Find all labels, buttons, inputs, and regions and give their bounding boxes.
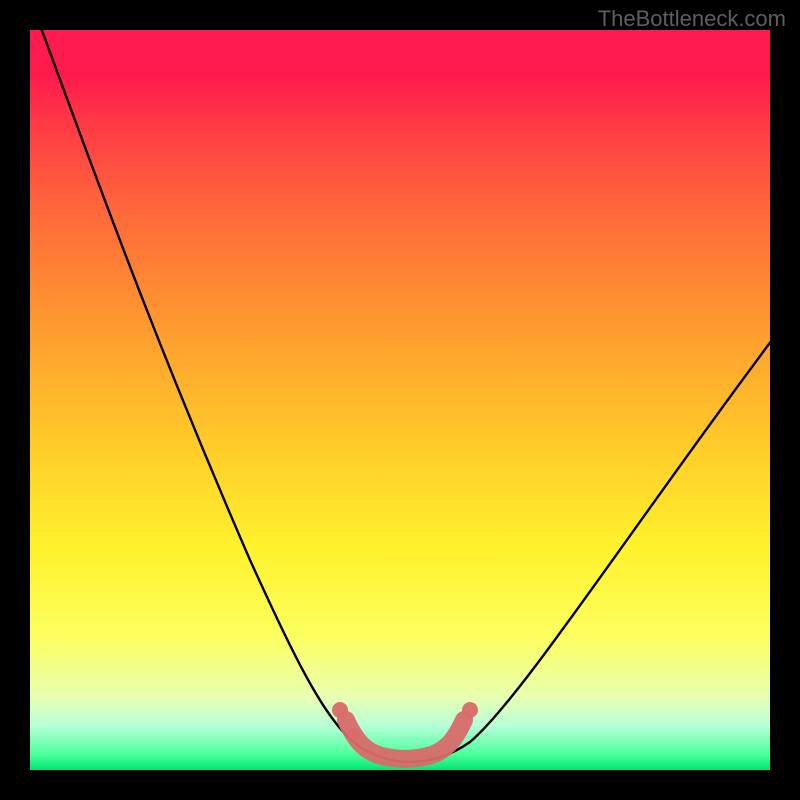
bottleneck-curve-path xyxy=(38,30,770,762)
bottleneck-chart xyxy=(30,30,770,770)
optimal-band-path xyxy=(346,720,464,759)
attribution-text: TheBottleneck.com xyxy=(598,6,786,32)
optimal-band-dot-right xyxy=(462,702,478,718)
chart-plot-area xyxy=(30,30,770,770)
optimal-band-dot-left xyxy=(332,702,348,718)
optimal-band-dot-left-2 xyxy=(348,728,360,740)
